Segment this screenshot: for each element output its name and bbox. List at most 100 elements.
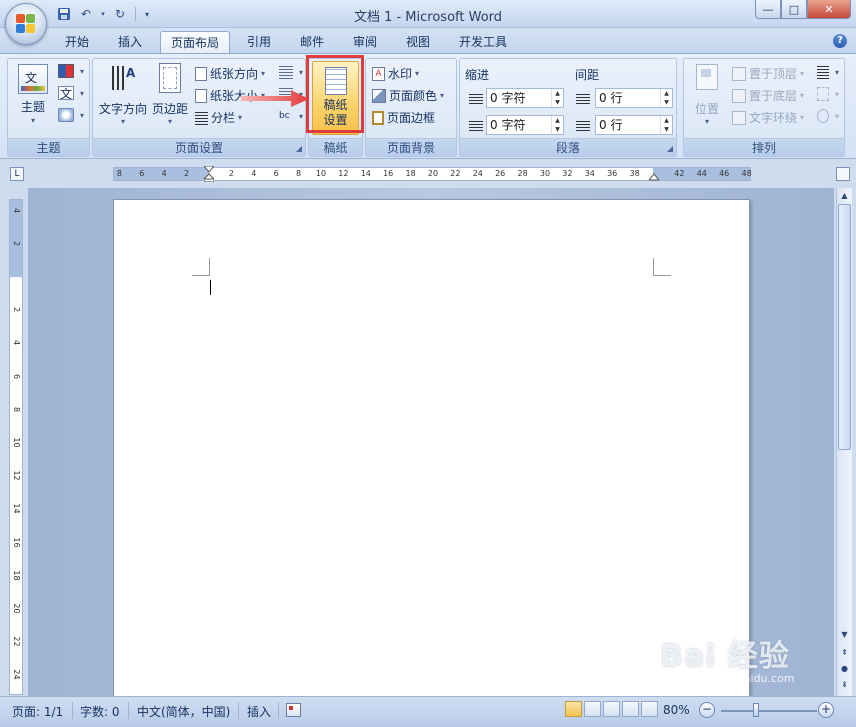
tab-selector-icon[interactable]: L (10, 167, 24, 181)
paragraph-launcher-icon[interactable]: ◢ (667, 144, 673, 153)
spacing-after-input[interactable]: 0 行 ▲ ▼ (595, 115, 673, 135)
ruler-tick-label: 16 (383, 169, 394, 178)
rotate-button[interactable]: ▾ (817, 109, 839, 123)
watermark-button[interactable]: A 水印 ▾ (372, 65, 419, 82)
macro-record-icon[interactable] (286, 703, 301, 717)
ruler-row: L 8 6 4 2 2 4 6 8 10 12 14 16 18 20 22 24 26 28 30 32 34 36 38… (0, 160, 856, 188)
page-borders-icon (372, 110, 384, 125)
page-setup-launcher-icon[interactable]: ◢ (296, 144, 302, 153)
zoom-slider-track[interactable] (721, 710, 817, 712)
right-indent-marker-icon[interactable] (647, 171, 661, 181)
vertical-ruler-tick-label: 6 (12, 373, 21, 379)
draft-view-button[interactable] (641, 701, 658, 717)
tab-developer[interactable]: 开发工具 (449, 31, 517, 53)
indent-left-input[interactable]: 0 字符 ▲ ▼ (486, 88, 564, 108)
indent-marker-icon[interactable] (202, 165, 216, 183)
indent-left-icon (469, 92, 483, 104)
zoom-level[interactable]: 80% (663, 703, 690, 717)
status-page[interactable]: 页面: 1/1 (12, 703, 63, 720)
text-direction-button[interactable]: A 文字方向 ▾ (98, 63, 148, 126)
indent-right-input[interactable]: 0 字符 ▲ ▼ (486, 115, 564, 135)
zoom-in-icon[interactable]: + (818, 702, 834, 718)
indent-right-spinner[interactable]: ▲ ▼ (551, 116, 563, 134)
page-borders-button[interactable]: 页面边框 (372, 109, 435, 126)
themes-icon: 文 (18, 64, 48, 94)
ruler-tick-label: 4 (251, 169, 257, 178)
paper-size-icon (195, 88, 207, 103)
close-button[interactable]: ✕ (807, 0, 851, 19)
ruler-tick-label: 28 (517, 169, 528, 178)
ruler-tick-label: 34 (584, 169, 595, 178)
position-button[interactable]: 位置 ▾ (690, 64, 724, 126)
margins-label: 页边距 (151, 102, 188, 116)
tab-home[interactable]: 开始 (55, 31, 99, 53)
spacing-after-spinner[interactable]: ▲ ▼ (660, 116, 672, 134)
ruler-tick-label: 6 (139, 169, 145, 178)
zoom-out-icon[interactable]: − (699, 702, 715, 718)
theme-colors-button[interactable]: ▾ (58, 64, 84, 78)
tab-insert[interactable]: 插入 (108, 31, 152, 53)
spacing-before-input[interactable]: 0 行 ▲ ▼ (595, 88, 673, 108)
bring-to-front-label: 置于顶层 (749, 67, 798, 81)
hyphenation-icon: bc (279, 111, 290, 121)
tab-page-layout[interactable]: 页面布局 (160, 31, 231, 53)
vertical-ruler-tick-label: 16 (12, 537, 21, 548)
previous-page-icon[interactable]: ⇞ (837, 646, 852, 660)
indent-left-spinner[interactable]: ▲ ▼ (551, 89, 563, 107)
group-label-paragraph: 段落 (460, 138, 676, 156)
tab-mailings[interactable]: 邮件 (290, 31, 334, 53)
vertical-ruler-tick-label: 4 (12, 207, 21, 213)
group-label-manuscript: 稿纸 (309, 138, 362, 156)
theme-fonts-button[interactable]: 文 ▾ (58, 86, 84, 101)
scroll-thumb[interactable] (838, 204, 851, 450)
group-page-background: A 水印 ▾ 页面颜色 ▾ 页面边框 页面背景 (365, 58, 457, 157)
office-button[interactable] (5, 3, 47, 45)
align-button[interactable]: ▾ (817, 65, 839, 79)
full-screen-reading-view-button[interactable] (584, 701, 601, 717)
vertical-ruler-tick-label: 2 (12, 240, 21, 246)
web-layout-view-button[interactable] (603, 701, 620, 717)
text-wrap-button[interactable]: 文字环绕 ▾ (732, 109, 804, 126)
tab-view[interactable]: 视图 (396, 31, 440, 53)
view-ruler-icon[interactable] (836, 167, 850, 181)
vertical-ruler[interactable]: 4 2 2 4 6 8 10 12 14 16 18 20 22 24 (9, 199, 23, 695)
theme-fonts-icon: 文 (58, 86, 74, 101)
columns-button[interactable]: 分栏 ▾ (195, 109, 242, 126)
scroll-down-icon[interactable]: ▼ (837, 628, 852, 642)
tab-references[interactable]: 引用 (237, 31, 281, 53)
indent-right-value: 0 字符 (490, 118, 526, 132)
document-area[interactable] (28, 188, 834, 699)
vertical-scrollbar[interactable]: ▲ ▼ ⇞ ● ⇟ (836, 188, 852, 696)
next-page-icon[interactable]: ⇟ (837, 678, 852, 692)
bring-to-front-button[interactable]: 置于顶层 ▾ (732, 65, 804, 82)
page-borders-label: 页面边框 (387, 111, 436, 125)
scroll-up-icon[interactable]: ▲ (837, 189, 852, 203)
group-objects-button[interactable]: ▾ (817, 87, 839, 101)
orientation-button[interactable]: 纸张方向 ▾ (195, 65, 265, 82)
status-insert-mode[interactable]: 插入 (247, 703, 271, 720)
status-language[interactable]: 中文(简体，中国) (137, 703, 230, 720)
spacing-before-spinner[interactable]: ▲ ▼ (660, 89, 672, 107)
print-layout-view-button[interactable] (565, 701, 582, 717)
hyphenation-button[interactable]: bc ▾ (279, 109, 303, 123)
theme-effects-button[interactable]: ▾ (58, 108, 84, 122)
browse-object-icon[interactable]: ● (837, 662, 852, 676)
send-to-back-icon (732, 88, 746, 103)
outline-view-button[interactable] (622, 701, 639, 717)
margins-button[interactable]: 页边距 ▾ (150, 63, 190, 126)
text-wrap-label: 文字环绕 (749, 111, 798, 125)
document-page[interactable] (113, 199, 750, 699)
help-icon[interactable]: ? (833, 34, 847, 48)
status-words[interactable]: 字数: 0 (80, 703, 120, 720)
ruler-tick-label: 48 (741, 169, 752, 178)
breaks-button[interactable]: ▾ (279, 65, 303, 79)
horizontal-ruler[interactable]: 8 6 4 2 2 4 6 8 10 12 14 16 18 20 22 24 26 28 30 32 34 36 38 42… (113, 165, 752, 183)
zoom-slider-thumb[interactable] (753, 703, 759, 717)
send-to-back-button[interactable]: 置于底层 ▾ (732, 87, 804, 104)
tab-review[interactable]: 审阅 (343, 31, 387, 53)
page-color-button[interactable]: 页面颜色 ▾ (372, 87, 444, 104)
view-buttons (565, 701, 658, 717)
themes-button[interactable]: 文 主题 ▾ (14, 64, 52, 125)
maximize-button[interactable]: □ (781, 0, 807, 19)
minimize-button[interactable]: — (755, 0, 781, 19)
